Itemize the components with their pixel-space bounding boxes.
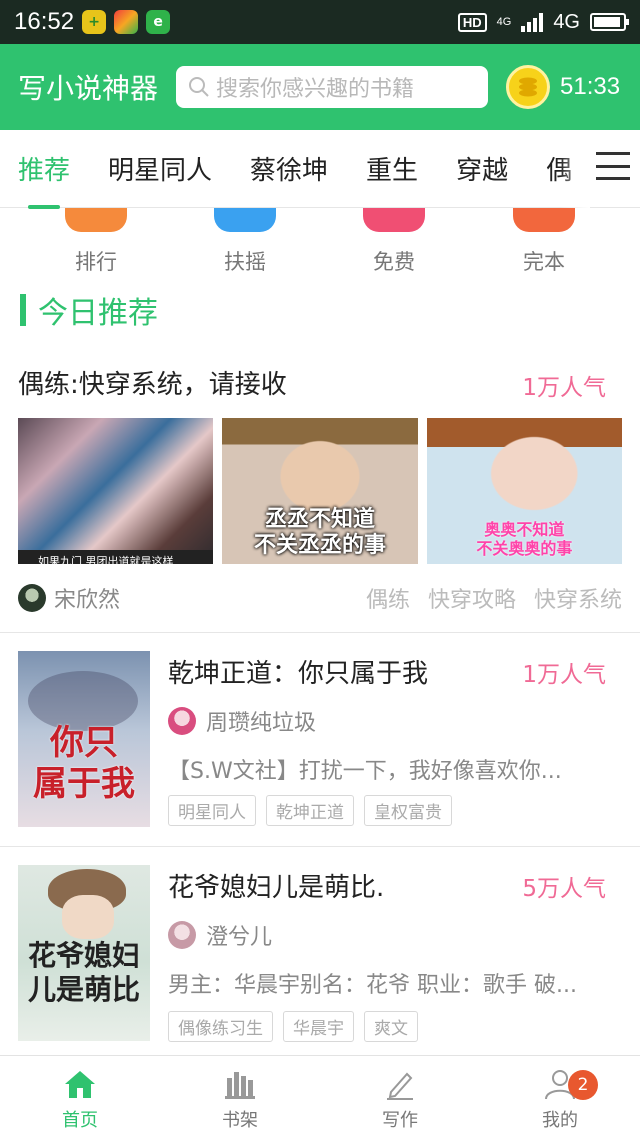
nav-label: 首页 [62, 1110, 98, 1131]
bookshelf-icon [225, 1072, 255, 1099]
home-icon [65, 1071, 95, 1098]
network-small-label: 4G [496, 15, 512, 28]
featured-title[interactable]: 偶练:快穿系统，请接收 [18, 364, 287, 401]
featured-meta: 宋欣然 偶练 快穿攻略 快穿系统 [18, 582, 622, 614]
book-cover: 你只 属于我 [18, 651, 150, 827]
quick-link-label: 扶摇 [224, 250, 266, 274]
quick-link-free[interactable]: 免费 [334, 208, 454, 276]
section-title: 今日推荐 [38, 296, 158, 331]
quick-link-label: 完本 [523, 250, 565, 274]
image-strip: 如果九门 男团出道就是这样 [18, 550, 214, 564]
book-popularity: 5万人气 [522, 876, 606, 902]
nav-home[interactable]: 首页 [0, 1056, 160, 1138]
avatar [168, 707, 196, 735]
featured-tags: 偶练 快穿攻略 快穿系统 [366, 582, 622, 614]
tag[interactable]: 爽文 [364, 1011, 418, 1042]
book-cover: 花爷媳妇 儿是萌比 [18, 865, 150, 1041]
nav-profile[interactable]: 我的 2 [480, 1056, 640, 1138]
nav-write[interactable]: 写作 [320, 1056, 480, 1138]
tag[interactable]: 偶像练习生 [168, 1011, 273, 1042]
quick-link-ranking[interactable]: 排行 [36, 208, 156, 276]
book-title: 花爷媳妇儿是萌比. [168, 873, 385, 903]
category-menu-button[interactable] [596, 152, 630, 180]
book-description: 【S.W文社】打扰一下，我好像喜欢你... [168, 759, 562, 784]
fuyao-icon [214, 208, 276, 232]
nav-label: 我的 [542, 1110, 578, 1131]
quick-links: 排行 扶摇 免费 完本 [0, 208, 640, 282]
featured-popularity: 1万人气 [522, 375, 606, 401]
section-heading: 今日推荐 [20, 288, 158, 332]
tab-celebrity-fanfic[interactable]: 明星同人 [108, 150, 212, 187]
tag[interactable]: 乾坤正道 [266, 795, 354, 826]
book-author: 周瓒纯垃圾 [168, 705, 316, 737]
search-icon [189, 77, 209, 97]
book-author: 澄兮儿 [168, 919, 272, 951]
tab-cai-xukun[interactable]: 蔡徐坤 [250, 150, 328, 187]
book-description: 男主：华晨宇别名：花爷 职业：歌手 破... [168, 973, 577, 998]
author-name: 周瓒纯垃圾 [206, 711, 317, 736]
status-bar: 16:52 + e HD 4G 4G [0, 0, 640, 44]
nav-label: 书架 [222, 1110, 258, 1131]
tag[interactable]: 快穿系统 [534, 582, 622, 614]
featured-image-collage: 如果九门 男团出道就是这样 [18, 418, 214, 564]
search-placeholder: 搜索你感兴趣的书籍 [216, 77, 415, 102]
app-notification-icon: + [82, 10, 107, 34]
avatar [168, 921, 196, 949]
app-title: 写小说神器 [18, 72, 159, 105]
free-icon [363, 208, 425, 232]
cover-text: 你只 属于我 [33, 723, 135, 804]
tab-time-travel[interactable]: 穿越 [456, 150, 508, 187]
featured-author[interactable]: 宋欣然 [54, 582, 120, 614]
tabs-fade [560, 130, 590, 208]
nav-bookshelf[interactable]: 书架 [160, 1056, 320, 1138]
avatar [18, 584, 46, 612]
quick-link-label: 免费 [373, 250, 415, 274]
search-input[interactable]: 搜索你感兴趣的书籍 [176, 66, 489, 108]
book-tags: 偶像练习生 华晨宇 爽文 [168, 1011, 418, 1042]
tag[interactable]: 皇权富贵 [364, 795, 452, 826]
section-accent-bar [20, 294, 26, 326]
coin-clock-icon[interactable] [506, 65, 551, 109]
pen-icon [387, 1072, 413, 1100]
network-label: 4G [553, 10, 580, 33]
tab-recommend[interactable]: 推荐 [18, 150, 70, 209]
quick-link-fuyao[interactable]: 扶摇 [185, 208, 305, 276]
book-popularity: 1万人气 [522, 662, 606, 688]
notification-badge: 2 [568, 1070, 598, 1100]
reading-timer: 51:33 [560, 73, 621, 100]
book-tags: 明星同人 乾坤正道 皇权富贵 [168, 795, 452, 826]
featured-image-meme: 奥奥不知道 不关奥奥的事 [426, 418, 622, 564]
app-notification-icon [114, 10, 139, 34]
ranking-icon [65, 208, 127, 232]
tag[interactable]: 偶练 [366, 582, 410, 614]
completed-icon [513, 208, 575, 232]
quick-link-completed[interactable]: 完本 [484, 208, 604, 276]
browser-notification-icon: e [146, 10, 171, 34]
category-tabs: 推荐 明星同人 蔡徐坤 重生 穿越 偶 [0, 130, 640, 209]
tag[interactable]: 明星同人 [168, 795, 256, 826]
battery-icon [590, 13, 629, 31]
hd-icon: HD [457, 12, 487, 32]
featured-image-meme: 丞丞不知道 不关丞丞的事 [222, 418, 418, 564]
book-list-item[interactable]: 花爷媳妇 儿是萌比 花爷媳妇儿是萌比. 5万人气 澄兮儿 男主：华晨宇别名：花爷… [0, 847, 640, 1043]
tag[interactable]: 华晨宇 [283, 1011, 354, 1042]
meme-caption: 丞丞不知道 不关丞丞的事 [253, 507, 386, 558]
featured-images[interactable]: 如果九门 男团出道就是这样 丞丞不知道 不关丞丞的事 奥奥不知道 不关奥奥的事 [18, 418, 622, 564]
tab-rebirth[interactable]: 重生 [366, 150, 418, 187]
app-header: 写小说神器 搜索你感兴趣的书籍 51:33 [0, 44, 640, 130]
bottom-nav: 首页 书架 写作 我的 2 [0, 1055, 640, 1138]
author-name: 澄兮儿 [206, 925, 273, 950]
clock: 16:52 [14, 8, 75, 35]
tag[interactable]: 快穿攻略 [428, 582, 516, 614]
quick-link-label: 排行 [75, 250, 117, 274]
book-list-item[interactable]: 你只 属于我 乾坤正道：你只属于我 1万人气 周瓒纯垃圾 【S.W文社】打扰一下… [0, 633, 640, 829]
cover-text: 花爷媳妇 儿是萌比 [27, 939, 140, 1006]
meme-caption: 奥奥不知道 不关奥奥的事 [476, 520, 573, 558]
nav-label: 写作 [382, 1110, 418, 1131]
book-title: 乾坤正道：你只属于我 [168, 659, 429, 689]
signal-icon [521, 12, 544, 32]
